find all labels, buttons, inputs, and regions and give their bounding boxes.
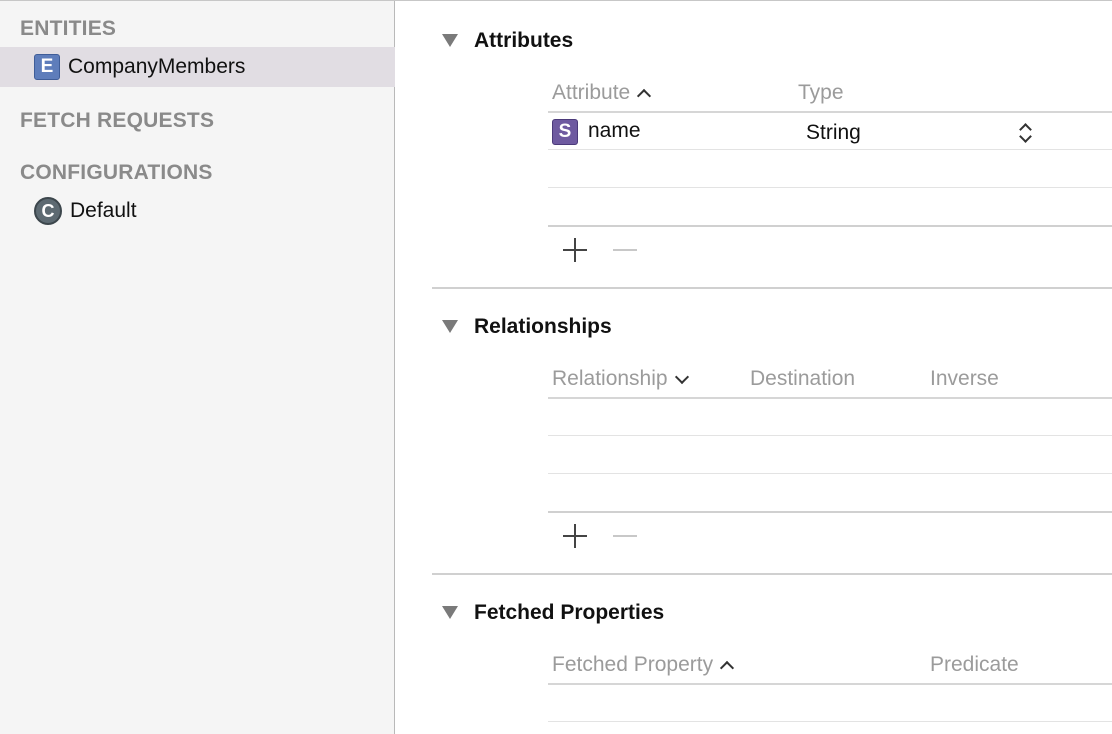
disclosure-triangle-icon[interactable]	[442, 34, 458, 47]
sidebar-item-default[interactable]: C Default	[0, 191, 395, 231]
table-header-divider	[548, 683, 1112, 685]
inverse-column-label: Inverse	[930, 367, 999, 390]
relationship-column-label: Relationship	[552, 367, 668, 390]
sort-ascending-icon	[720, 660, 735, 675]
row-divider	[548, 721, 1112, 722]
remove-attribute-button[interactable]	[613, 238, 637, 262]
attribute-name[interactable]: name	[588, 119, 641, 143]
attribute-type-popup[interactable]: String	[806, 121, 861, 145]
fetched-property-column-header[interactable]: Fetched Property	[552, 653, 735, 677]
string-type-icon: S	[552, 119, 578, 145]
attribute-column-header[interactable]: Attribute	[552, 81, 652, 105]
table-bottom-divider	[548, 225, 1112, 227]
sidebar-item-label: Default	[70, 199, 137, 222]
fetched-property-column-label: Fetched Property	[552, 653, 714, 676]
stepper-icon[interactable]	[1018, 122, 1032, 144]
section-divider	[432, 287, 1112, 289]
attribute-column-label: Attribute	[552, 81, 631, 104]
fetch-requests-header: FETCH REQUESTS	[20, 109, 215, 132]
outline-sidebar: ENTITIES E CompanyMembers FETCH REQUESTS…	[0, 1, 395, 734]
add-relationship-button[interactable]	[563, 524, 587, 548]
disclosure-triangle-icon[interactable]	[442, 320, 458, 333]
entity-detail-pane: Attributes Attribute Type S name String …	[396, 1, 1112, 734]
sidebar-item-companymembers[interactable]: E CompanyMembers	[0, 47, 395, 87]
disclosure-triangle-icon[interactable]	[442, 606, 458, 619]
entity-icon: E	[34, 54, 60, 80]
add-attribute-button[interactable]	[563, 238, 587, 262]
entities-header: ENTITIES	[20, 17, 117, 40]
relationship-column-header[interactable]: Relationship	[552, 367, 689, 391]
destination-column-header[interactable]: Destination	[750, 367, 855, 391]
section-divider	[432, 573, 1112, 575]
predicate-column-label: Predicate	[930, 653, 1019, 676]
sort-ascending-icon	[637, 88, 652, 103]
relationships-title: Relationships	[474, 315, 612, 338]
table-header-divider	[548, 111, 1112, 113]
configurations-header: CONFIGURATIONS	[20, 161, 213, 184]
configuration-icon: C	[34, 197, 62, 225]
type-column-header[interactable]: Type	[798, 81, 844, 105]
core-data-model-editor: ENTITIES E CompanyMembers FETCH REQUESTS…	[0, 0, 1112, 734]
table-header-divider	[548, 397, 1112, 399]
row-divider	[548, 473, 1112, 474]
table-bottom-divider	[548, 511, 1112, 513]
sort-descending-icon	[674, 369, 689, 385]
type-column-label: Type	[798, 81, 844, 104]
inverse-column-header[interactable]: Inverse	[930, 367, 999, 391]
destination-column-label: Destination	[750, 367, 856, 390]
fetched-properties-title: Fetched Properties	[474, 601, 665, 624]
row-divider	[548, 149, 1112, 150]
sidebar-item-label: CompanyMembers	[68, 55, 246, 78]
row-divider	[548, 435, 1112, 436]
predicate-column-header[interactable]: Predicate	[930, 653, 1019, 677]
remove-relationship-button[interactable]	[613, 524, 637, 548]
attributes-title: Attributes	[474, 29, 574, 52]
row-divider	[548, 187, 1112, 188]
